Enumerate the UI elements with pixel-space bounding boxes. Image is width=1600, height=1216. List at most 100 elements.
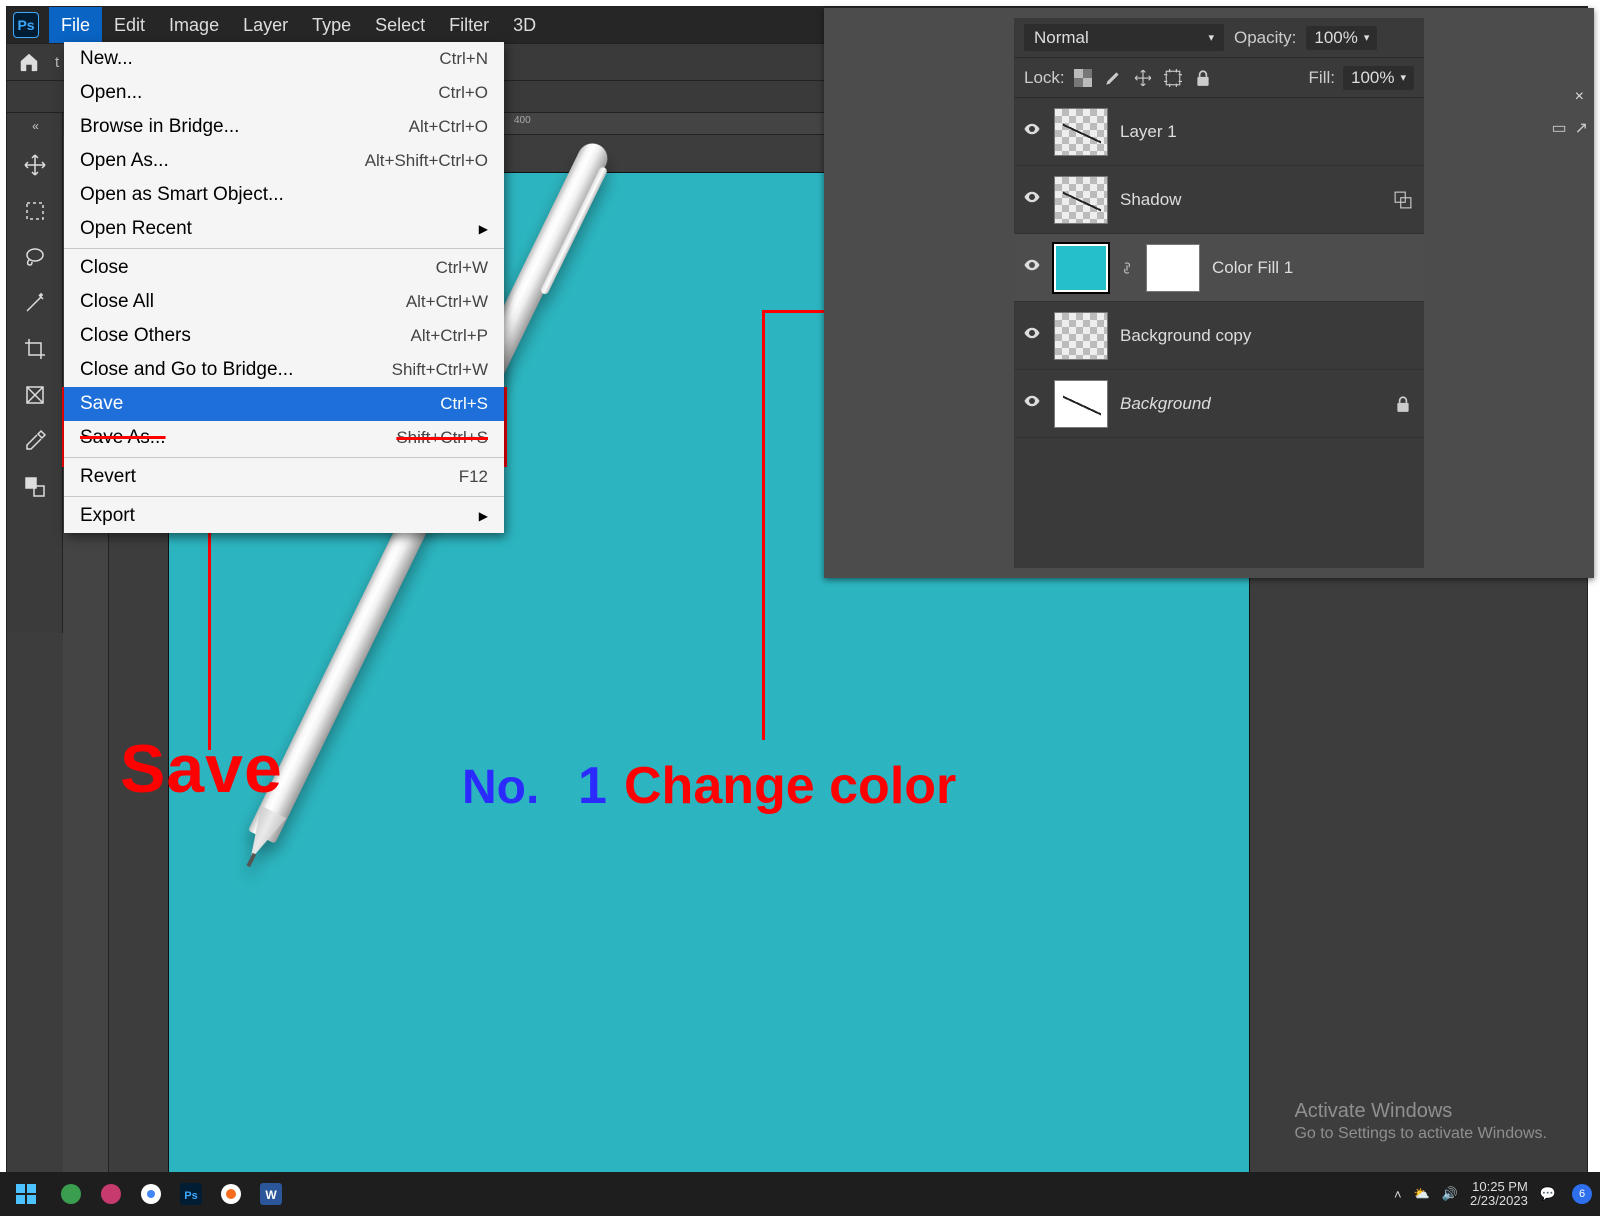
chevron-down-icon: ▾ xyxy=(1364,31,1370,44)
layer-row[interactable]: Layer 1 xyxy=(1014,98,1424,166)
tray-cloud-icon[interactable]: ⛅ xyxy=(1414,1186,1430,1202)
layer-name[interactable]: Color Fill 1 xyxy=(1212,258,1378,278)
home-icon[interactable] xyxy=(15,48,43,76)
menu-item[interactable]: SaveCtrl+S xyxy=(64,387,504,421)
layer-row[interactable]: Color Fill 1 xyxy=(1014,234,1424,302)
visibility-toggle[interactable] xyxy=(1022,324,1042,347)
taskbar-word-icon[interactable]: W xyxy=(254,1177,288,1211)
menu-type[interactable]: Type xyxy=(300,7,363,43)
blend-mode-select[interactable]: Normal ▾ xyxy=(1024,24,1224,51)
menu-item-label: Open As... xyxy=(80,150,169,172)
layer-thumbnail[interactable] xyxy=(1054,244,1108,292)
menu-3d[interactable]: 3D xyxy=(501,7,548,43)
layer-mask-thumbnail[interactable] xyxy=(1146,244,1200,292)
app-logo: Ps xyxy=(13,12,39,38)
notification-icon[interactable]: 💬 xyxy=(1540,1186,1556,1202)
taskbar-chrome-icon[interactable] xyxy=(134,1177,168,1211)
swatch-tool[interactable] xyxy=(15,467,55,507)
menu-item[interactable]: Browse in Bridge...Alt+Ctrl+O xyxy=(64,110,504,144)
move-tool[interactable] xyxy=(15,145,55,185)
notification-badge: 6 xyxy=(1572,1184,1592,1204)
close-icon[interactable]: × xyxy=(1575,88,1584,106)
lock-transparency-icon[interactable] xyxy=(1073,68,1093,88)
menu-item[interactable]: Close and Go to Bridge...Shift+Ctrl+W xyxy=(64,353,504,387)
layer-name[interactable]: Layer 1 xyxy=(1120,122,1378,142)
lock-all-icon[interactable] xyxy=(1193,68,1213,88)
opacity-text: 100% xyxy=(1314,28,1357,48)
menu-image[interactable]: Image xyxy=(157,7,231,43)
menu-item-label: Open... xyxy=(80,82,142,104)
start-button[interactable] xyxy=(8,1176,44,1212)
menu-select[interactable]: Select xyxy=(363,7,437,43)
menu-shortcut: Ctrl+W xyxy=(436,258,488,278)
menu-item[interactable]: RevertF12 xyxy=(64,460,504,494)
taskbar-photoshop-icon[interactable]: Ps xyxy=(174,1177,208,1211)
panel-icon[interactable]: ▭ xyxy=(1551,118,1566,138)
lock-icon xyxy=(1390,395,1416,413)
option-text: t xyxy=(55,54,59,71)
marquee-tool[interactable] xyxy=(15,191,55,231)
frame-tool[interactable] xyxy=(15,375,55,415)
windows-watermark: Activate Windows Go to Settings to activ… xyxy=(1294,1098,1547,1145)
layer-name[interactable]: Shadow xyxy=(1120,190,1378,210)
menu-item[interactable]: Save As...Shift+Ctrl+S xyxy=(64,421,504,455)
menu-item[interactable]: Export▶ xyxy=(64,499,504,533)
collapse-icon[interactable]: « xyxy=(32,119,37,133)
lock-brush-icon[interactable] xyxy=(1103,68,1123,88)
menu-file[interactable]: File xyxy=(49,7,102,43)
menu-item-label: Close All xyxy=(80,291,154,313)
lock-position-icon[interactable] xyxy=(1133,68,1153,88)
menu-edit[interactable]: Edit xyxy=(102,7,157,43)
panel-icon[interactable]: ↗ xyxy=(1575,118,1588,138)
layers-lock-row: Lock: Fill: 100% ▾ xyxy=(1014,58,1424,98)
menu-item[interactable]: Open...Ctrl+O xyxy=(64,76,504,110)
taskbar-app-icon[interactable] xyxy=(214,1177,248,1211)
layer-thumbnail[interactable] xyxy=(1054,380,1108,428)
menu-item-label: Export xyxy=(80,505,135,527)
visibility-toggle[interactable] xyxy=(1022,188,1042,211)
fill-value[interactable]: 100% ▾ xyxy=(1343,66,1414,90)
tray-volume-icon[interactable]: 🔊 xyxy=(1442,1186,1458,1202)
link-icon[interactable] xyxy=(1120,257,1134,279)
layer-name[interactable]: Background copy xyxy=(1120,326,1378,346)
layer-name[interactable]: Background xyxy=(1120,394,1378,414)
taskbar-apps: Ps W xyxy=(54,1177,288,1211)
lock-artboard-icon[interactable] xyxy=(1163,68,1183,88)
opacity-value[interactable]: 100% ▾ xyxy=(1306,26,1377,50)
panel-tab-icons: ▭ ↗ xyxy=(1551,118,1588,138)
annotation-change: Change color xyxy=(624,756,956,816)
ruler-tick: 400 xyxy=(514,115,531,126)
layer-thumbnail[interactable] xyxy=(1054,108,1108,156)
menu-item[interactable]: Open as Smart Object... xyxy=(64,178,504,212)
watermark-title: Activate Windows xyxy=(1294,1098,1547,1124)
crop-tool[interactable] xyxy=(15,329,55,369)
layer-row[interactable]: Background xyxy=(1014,370,1424,438)
menu-shortcut: Ctrl+S xyxy=(440,394,488,414)
taskbar-app-icon[interactable] xyxy=(94,1177,128,1211)
visibility-toggle[interactable] xyxy=(1022,256,1042,279)
menu-item[interactable]: Open As... Alt+Shift+Ctrl+O xyxy=(64,144,504,178)
menu-item[interactable]: Close AllAlt+Ctrl+W xyxy=(64,285,504,319)
menu-separator xyxy=(64,248,504,249)
layer-thumbnail[interactable] xyxy=(1054,176,1108,224)
taskbar-app-icon[interactable] xyxy=(54,1177,88,1211)
layer-row[interactable]: Shadow xyxy=(1014,166,1424,234)
menu-item[interactable]: Close OthersAlt+Ctrl+P xyxy=(64,319,504,353)
menu-shortcut: Alt+Shift+Ctrl+O xyxy=(365,151,488,171)
menu-layer[interactable]: Layer xyxy=(231,7,300,43)
lasso-tool[interactable] xyxy=(15,237,55,277)
visibility-toggle[interactable] xyxy=(1022,120,1042,143)
layer-thumbnail[interactable] xyxy=(1054,312,1108,360)
eyedropper-tool[interactable] xyxy=(15,421,55,461)
menu-item[interactable]: New...Ctrl+N xyxy=(64,42,504,76)
taskbar-clock[interactable]: 10:25 PM 2/23/2023 xyxy=(1470,1180,1528,1209)
visibility-toggle[interactable] xyxy=(1022,392,1042,415)
tray-chevron-icon[interactable]: ˄ xyxy=(1394,1187,1402,1202)
menu-filter[interactable]: Filter xyxy=(437,7,501,43)
wand-tool[interactable] xyxy=(15,283,55,323)
layer-row[interactable]: Background copy xyxy=(1014,302,1424,370)
menu-item[interactable]: CloseCtrl+W xyxy=(64,251,504,285)
menu-shortcut: Ctrl+N xyxy=(439,49,488,69)
menu-item[interactable]: Open Recent▶ xyxy=(64,212,504,246)
annotation-no: No. xyxy=(462,760,539,815)
